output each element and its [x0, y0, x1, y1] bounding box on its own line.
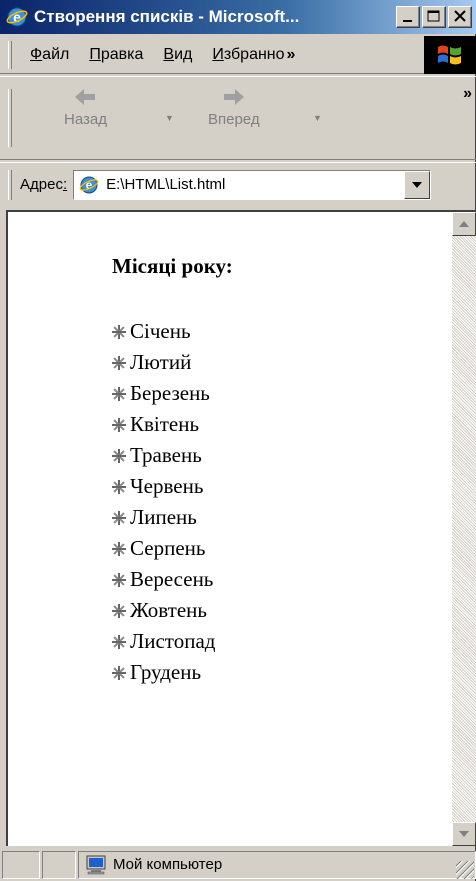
back-button[interactable]: Назад [64, 83, 107, 128]
menu-grip[interactable] [8, 40, 12, 69]
back-label: Назад [64, 111, 107, 128]
forward-dropdown-icon[interactable]: ▼ [313, 113, 322, 123]
star-bullet-icon [112, 634, 126, 649]
star-bullet-icon [112, 510, 126, 525]
status-bar: Мой компьютер [0, 848, 476, 881]
close-icon [454, 10, 466, 22]
title-bar[interactable]: e Створення списків - Microsoft... [0, 0, 476, 34]
menu-bar: Файл Правка Вид Избранно» [0, 36, 476, 74]
star-bullet-icon [112, 448, 126, 463]
address-value: E:\HTML\List.html [106, 176, 226, 193]
menu-overflow-chevron[interactable]: » [287, 46, 296, 63]
star-bullet-icon [112, 324, 126, 339]
standard-toolbar: Назад ▼ Вперед ▼ » [0, 76, 476, 160]
back-arrow-icon [75, 89, 96, 105]
maximize-icon [427, 10, 440, 22]
scroll-up-button[interactable] [452, 212, 476, 236]
ie-logo-icon: e [6, 6, 28, 28]
toolbar-grip[interactable] [8, 89, 12, 147]
list-item: Січень [112, 316, 215, 347]
status-cell-secure [42, 850, 76, 879]
windows-logo-icon [424, 36, 476, 74]
page-icon: e [78, 174, 100, 196]
star-bullet-icon [112, 355, 126, 370]
list-item: Квітень [112, 409, 215, 440]
status-zone: Мой компьютер [78, 850, 476, 879]
my-computer-icon [85, 855, 107, 875]
star-bullet-icon [112, 386, 126, 401]
resize-grip[interactable] [456, 861, 474, 879]
menu-edit[interactable]: Правка [79, 46, 153, 64]
list-item: Травень [112, 440, 215, 471]
chevron-down-icon [412, 181, 423, 188]
chevron-up-icon [459, 221, 469, 227]
star-bullet-icon [112, 417, 126, 432]
star-bullet-icon [112, 603, 126, 618]
list-item: Серпень [112, 533, 215, 564]
page-content: Місяці року: Січень Лютий Березень Квіте… [6, 210, 476, 846]
list-item: Березень [112, 378, 215, 409]
status-cell-progress [2, 850, 40, 879]
menu-favorites[interactable]: Избранно» [202, 46, 305, 64]
forward-button[interactable]: Вперед [208, 83, 260, 128]
page-heading: Місяці року: [112, 254, 233, 278]
list-item: Листопад [112, 626, 215, 657]
list-item: Грудень [112, 657, 215, 688]
address-grip[interactable] [8, 169, 12, 200]
list-item: Вересень [112, 564, 215, 595]
close-button[interactable] [448, 6, 472, 28]
list-item: Червень [112, 471, 215, 502]
status-zone-label: Мой компьютер [113, 856, 223, 873]
list-item: Липень [112, 502, 215, 533]
back-dropdown-icon[interactable]: ▼ [165, 113, 174, 123]
menu-file[interactable]: Файл [20, 46, 79, 64]
maximize-button[interactable] [422, 6, 446, 28]
address-dropdown-button[interactable] [404, 170, 431, 199]
browser-window: e Створення списків - Microsoft... Файл … [0, 0, 476, 881]
window-title: Створення списків - Microsoft... [34, 7, 300, 26]
menu-view[interactable]: Вид [153, 46, 202, 64]
address-label: Адрес: [20, 176, 68, 193]
forward-arrow-icon [223, 89, 244, 105]
month-list: Січень Лютий Березень Квітень Травень Че… [112, 316, 215, 688]
chevron-down-icon [459, 831, 469, 837]
vertical-scrollbar[interactable] [452, 212, 476, 846]
scroll-down-button[interactable] [452, 822, 476, 846]
address-bar: Адрес: e E:\HTML\List.html [0, 162, 476, 206]
forward-label: Вперед [208, 111, 260, 128]
address-input[interactable]: e E:\HTML\List.html [73, 169, 432, 200]
toolbar-overflow-chevron[interactable]: » [463, 85, 472, 103]
star-bullet-icon [112, 541, 126, 556]
minimize-button[interactable] [396, 6, 420, 28]
list-item: Жовтень [112, 595, 215, 626]
list-item: Лютий [112, 347, 215, 378]
star-bullet-icon [112, 665, 126, 680]
star-bullet-icon [112, 572, 126, 587]
minimize-icon [403, 20, 412, 22]
star-bullet-icon [112, 479, 126, 494]
